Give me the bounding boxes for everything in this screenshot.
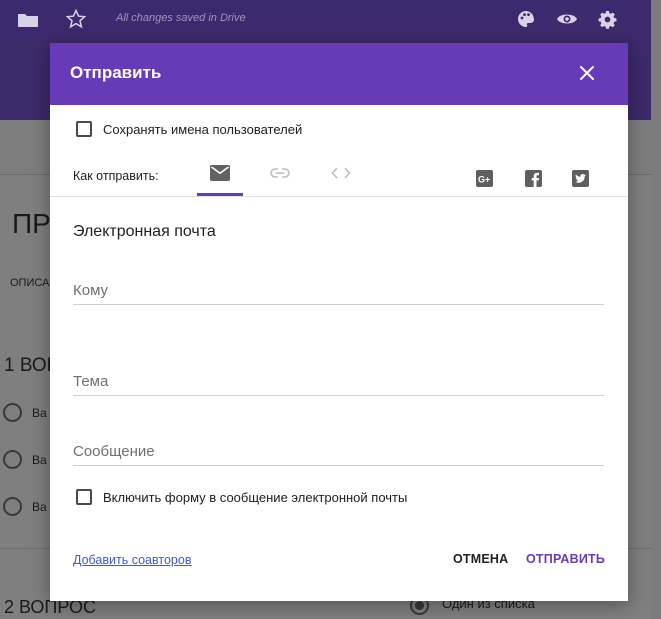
send-form-dialog: Отправить Сохранять имена пользователей … [50, 43, 628, 601]
star-icon[interactable] [66, 9, 86, 29]
google-plus-icon: G+ [478, 175, 490, 185]
include-form-label: Включить форму в сообщение электронной п… [103, 490, 408, 505]
option-radio[interactable] [3, 403, 22, 422]
preview-eye-icon[interactable] [556, 11, 578, 27]
palette-icon[interactable] [517, 10, 535, 28]
option-radio[interactable] [3, 450, 22, 469]
dialog-header: Отправить [50, 43, 628, 105]
dialog-title: Отправить [70, 63, 162, 82]
option-radio[interactable] [3, 497, 22, 516]
subject-field[interactable]: Тема [73, 366, 604, 396]
svg-text:G+: G+ [478, 175, 490, 185]
share-twitter-button[interactable] [572, 170, 589, 187]
twitter-icon [575, 174, 586, 183]
folder-icon[interactable] [17, 12, 39, 28]
embed-code-icon [331, 167, 351, 179]
email-icon [210, 165, 230, 181]
to-field[interactable]: Кому [73, 275, 604, 305]
cancel-button[interactable]: ОТМЕНА [453, 552, 508, 566]
settings-gear-icon[interactable] [598, 10, 617, 29]
share-google-plus-button[interactable]: G+ [476, 170, 493, 187]
close-button[interactable] [574, 60, 600, 86]
option-label: Ва [32, 453, 47, 467]
send-button[interactable]: ОТПРАВИТЬ [526, 552, 605, 566]
include-form-checkbox[interactable] [76, 489, 92, 505]
collect-names-checkbox[interactable] [76, 121, 92, 137]
subject-placeholder: Тема [73, 373, 109, 390]
scrollbar[interactable] [651, 0, 661, 619]
form-title: ПР [12, 208, 51, 239]
option-label: Ва [32, 406, 47, 420]
share-facebook-button[interactable] [525, 170, 542, 187]
tab-link[interactable] [257, 157, 303, 197]
top-bar: All changes saved in Drive [0, 0, 661, 38]
tab-email[interactable] [197, 157, 243, 197]
option-label: Ва [32, 500, 47, 514]
link-icon [270, 168, 290, 178]
email-section-title: Электронная почта [73, 223, 216, 240]
send-via-label: Как отправить: [73, 169, 159, 183]
close-icon [580, 66, 594, 80]
add-collaborators-link[interactable]: Добавить соавторов [73, 553, 191, 567]
tab-embed[interactable] [318, 157, 364, 197]
to-placeholder: Кому [73, 282, 109, 299]
collect-names-label: Сохранять имена пользователей [103, 122, 303, 137]
facebook-icon [531, 172, 539, 187]
message-placeholder: Сообщение [73, 443, 155, 460]
save-status: All changes saved in Drive [116, 12, 246, 24]
message-field[interactable]: Сообщение [73, 436, 604, 466]
